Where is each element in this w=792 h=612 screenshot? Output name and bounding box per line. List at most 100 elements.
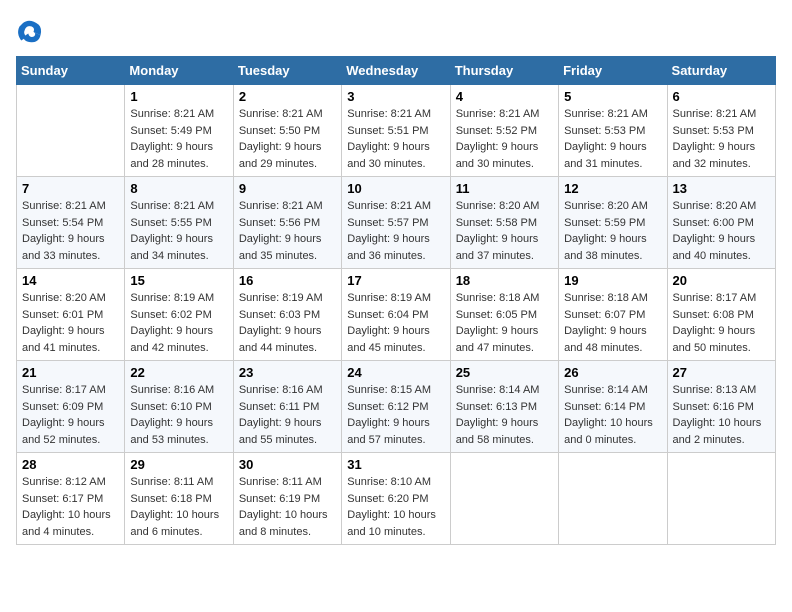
weekday-header-saturday: Saturday xyxy=(667,57,775,85)
calendar-cell: 14 Sunrise: 8:20 AMSunset: 6:01 PMDaylig… xyxy=(17,269,125,361)
day-number: 10 xyxy=(347,181,444,196)
day-info: Sunrise: 8:17 AMSunset: 6:09 PMDaylight:… xyxy=(22,382,119,448)
day-info: Sunrise: 8:11 AMSunset: 6:18 PMDaylight:… xyxy=(130,474,227,540)
calendar-cell: 16 Sunrise: 8:19 AMSunset: 6:03 PMDaylig… xyxy=(233,269,341,361)
day-number: 16 xyxy=(239,273,336,288)
day-info: Sunrise: 8:21 AMSunset: 5:53 PMDaylight:… xyxy=(673,106,770,172)
day-number: 29 xyxy=(130,457,227,472)
day-number: 18 xyxy=(456,273,553,288)
calendar-week-row: 14 Sunrise: 8:20 AMSunset: 6:01 PMDaylig… xyxy=(17,269,776,361)
day-number: 31 xyxy=(347,457,444,472)
day-info: Sunrise: 8:18 AMSunset: 6:07 PMDaylight:… xyxy=(564,290,661,356)
day-number: 15 xyxy=(130,273,227,288)
day-number: 12 xyxy=(564,181,661,196)
day-info: Sunrise: 8:20 AMSunset: 6:01 PMDaylight:… xyxy=(22,290,119,356)
day-info: Sunrise: 8:21 AMSunset: 5:51 PMDaylight:… xyxy=(347,106,444,172)
day-number: 24 xyxy=(347,365,444,380)
day-number: 4 xyxy=(456,89,553,104)
day-number: 14 xyxy=(22,273,119,288)
calendar-cell: 19 Sunrise: 8:18 AMSunset: 6:07 PMDaylig… xyxy=(559,269,667,361)
calendar-cell: 5 Sunrise: 8:21 AMSunset: 5:53 PMDayligh… xyxy=(559,85,667,177)
logo xyxy=(16,16,48,44)
day-info: Sunrise: 8:19 AMSunset: 6:04 PMDaylight:… xyxy=(347,290,444,356)
day-info: Sunrise: 8:20 AMSunset: 6:00 PMDaylight:… xyxy=(673,198,770,264)
day-info: Sunrise: 8:14 AMSunset: 6:14 PMDaylight:… xyxy=(564,382,661,448)
calendar-week-row: 1 Sunrise: 8:21 AMSunset: 5:49 PMDayligh… xyxy=(17,85,776,177)
page-header xyxy=(16,16,776,44)
day-info: Sunrise: 8:21 AMSunset: 5:53 PMDaylight:… xyxy=(564,106,661,172)
day-info: Sunrise: 8:14 AMSunset: 6:13 PMDaylight:… xyxy=(456,382,553,448)
day-info: Sunrise: 8:21 AMSunset: 5:49 PMDaylight:… xyxy=(130,106,227,172)
day-number: 20 xyxy=(673,273,770,288)
weekday-header-thursday: Thursday xyxy=(450,57,558,85)
calendar-cell: 6 Sunrise: 8:21 AMSunset: 5:53 PMDayligh… xyxy=(667,85,775,177)
weekday-header-monday: Monday xyxy=(125,57,233,85)
day-info: Sunrise: 8:17 AMSunset: 6:08 PMDaylight:… xyxy=(673,290,770,356)
calendar-cell: 3 Sunrise: 8:21 AMSunset: 5:51 PMDayligh… xyxy=(342,85,450,177)
calendar-cell: 27 Sunrise: 8:13 AMSunset: 6:16 PMDaylig… xyxy=(667,361,775,453)
weekday-header-tuesday: Tuesday xyxy=(233,57,341,85)
calendar-cell: 26 Sunrise: 8:14 AMSunset: 6:14 PMDaylig… xyxy=(559,361,667,453)
calendar-cell: 22 Sunrise: 8:16 AMSunset: 6:10 PMDaylig… xyxy=(125,361,233,453)
calendar-cell: 1 Sunrise: 8:21 AMSunset: 5:49 PMDayligh… xyxy=(125,85,233,177)
day-number: 22 xyxy=(130,365,227,380)
calendar-cell: 30 Sunrise: 8:11 AMSunset: 6:19 PMDaylig… xyxy=(233,453,341,545)
calendar-cell: 11 Sunrise: 8:20 AMSunset: 5:58 PMDaylig… xyxy=(450,177,558,269)
day-number: 19 xyxy=(564,273,661,288)
day-number: 21 xyxy=(22,365,119,380)
calendar-cell: 4 Sunrise: 8:21 AMSunset: 5:52 PMDayligh… xyxy=(450,85,558,177)
calendar-week-row: 28 Sunrise: 8:12 AMSunset: 6:17 PMDaylig… xyxy=(17,453,776,545)
day-info: Sunrise: 8:21 AMSunset: 5:55 PMDaylight:… xyxy=(130,198,227,264)
weekday-header-sunday: Sunday xyxy=(17,57,125,85)
day-number: 9 xyxy=(239,181,336,196)
day-info: Sunrise: 8:21 AMSunset: 5:56 PMDaylight:… xyxy=(239,198,336,264)
day-info: Sunrise: 8:21 AMSunset: 5:52 PMDaylight:… xyxy=(456,106,553,172)
day-number: 2 xyxy=(239,89,336,104)
calendar-cell: 20 Sunrise: 8:17 AMSunset: 6:08 PMDaylig… xyxy=(667,269,775,361)
day-number: 8 xyxy=(130,181,227,196)
calendar-cell: 10 Sunrise: 8:21 AMSunset: 5:57 PMDaylig… xyxy=(342,177,450,269)
day-number: 25 xyxy=(456,365,553,380)
calendar-cell: 15 Sunrise: 8:19 AMSunset: 6:02 PMDaylig… xyxy=(125,269,233,361)
weekday-header-row: SundayMondayTuesdayWednesdayThursdayFrid… xyxy=(17,57,776,85)
calendar-cell: 8 Sunrise: 8:21 AMSunset: 5:55 PMDayligh… xyxy=(125,177,233,269)
calendar-cell: 2 Sunrise: 8:21 AMSunset: 5:50 PMDayligh… xyxy=(233,85,341,177)
day-number: 5 xyxy=(564,89,661,104)
day-info: Sunrise: 8:19 AMSunset: 6:02 PMDaylight:… xyxy=(130,290,227,356)
day-info: Sunrise: 8:15 AMSunset: 6:12 PMDaylight:… xyxy=(347,382,444,448)
calendar-cell: 29 Sunrise: 8:11 AMSunset: 6:18 PMDaylig… xyxy=(125,453,233,545)
day-info: Sunrise: 8:11 AMSunset: 6:19 PMDaylight:… xyxy=(239,474,336,540)
calendar-table: SundayMondayTuesdayWednesdayThursdayFrid… xyxy=(16,56,776,545)
calendar-cell xyxy=(667,453,775,545)
calendar-cell: 21 Sunrise: 8:17 AMSunset: 6:09 PMDaylig… xyxy=(17,361,125,453)
day-number: 17 xyxy=(347,273,444,288)
day-info: Sunrise: 8:19 AMSunset: 6:03 PMDaylight:… xyxy=(239,290,336,356)
calendar-cell: 12 Sunrise: 8:20 AMSunset: 5:59 PMDaylig… xyxy=(559,177,667,269)
logo-icon xyxy=(16,16,44,44)
weekday-header-wednesday: Wednesday xyxy=(342,57,450,85)
day-info: Sunrise: 8:18 AMSunset: 6:05 PMDaylight:… xyxy=(456,290,553,356)
day-info: Sunrise: 8:21 AMSunset: 5:57 PMDaylight:… xyxy=(347,198,444,264)
day-number: 1 xyxy=(130,89,227,104)
calendar-cell xyxy=(450,453,558,545)
calendar-cell: 23 Sunrise: 8:16 AMSunset: 6:11 PMDaylig… xyxy=(233,361,341,453)
weekday-header-friday: Friday xyxy=(559,57,667,85)
day-number: 26 xyxy=(564,365,661,380)
day-info: Sunrise: 8:13 AMSunset: 6:16 PMDaylight:… xyxy=(673,382,770,448)
day-number: 28 xyxy=(22,457,119,472)
day-info: Sunrise: 8:12 AMSunset: 6:17 PMDaylight:… xyxy=(22,474,119,540)
day-info: Sunrise: 8:10 AMSunset: 6:20 PMDaylight:… xyxy=(347,474,444,540)
calendar-cell: 18 Sunrise: 8:18 AMSunset: 6:05 PMDaylig… xyxy=(450,269,558,361)
calendar-cell: 25 Sunrise: 8:14 AMSunset: 6:13 PMDaylig… xyxy=(450,361,558,453)
day-number: 6 xyxy=(673,89,770,104)
day-number: 13 xyxy=(673,181,770,196)
day-info: Sunrise: 8:20 AMSunset: 5:59 PMDaylight:… xyxy=(564,198,661,264)
day-info: Sunrise: 8:20 AMSunset: 5:58 PMDaylight:… xyxy=(456,198,553,264)
calendar-cell: 28 Sunrise: 8:12 AMSunset: 6:17 PMDaylig… xyxy=(17,453,125,545)
day-info: Sunrise: 8:21 AMSunset: 5:54 PMDaylight:… xyxy=(22,198,119,264)
day-info: Sunrise: 8:16 AMSunset: 6:10 PMDaylight:… xyxy=(130,382,227,448)
day-info: Sunrise: 8:21 AMSunset: 5:50 PMDaylight:… xyxy=(239,106,336,172)
day-number: 23 xyxy=(239,365,336,380)
day-number: 3 xyxy=(347,89,444,104)
calendar-cell: 9 Sunrise: 8:21 AMSunset: 5:56 PMDayligh… xyxy=(233,177,341,269)
